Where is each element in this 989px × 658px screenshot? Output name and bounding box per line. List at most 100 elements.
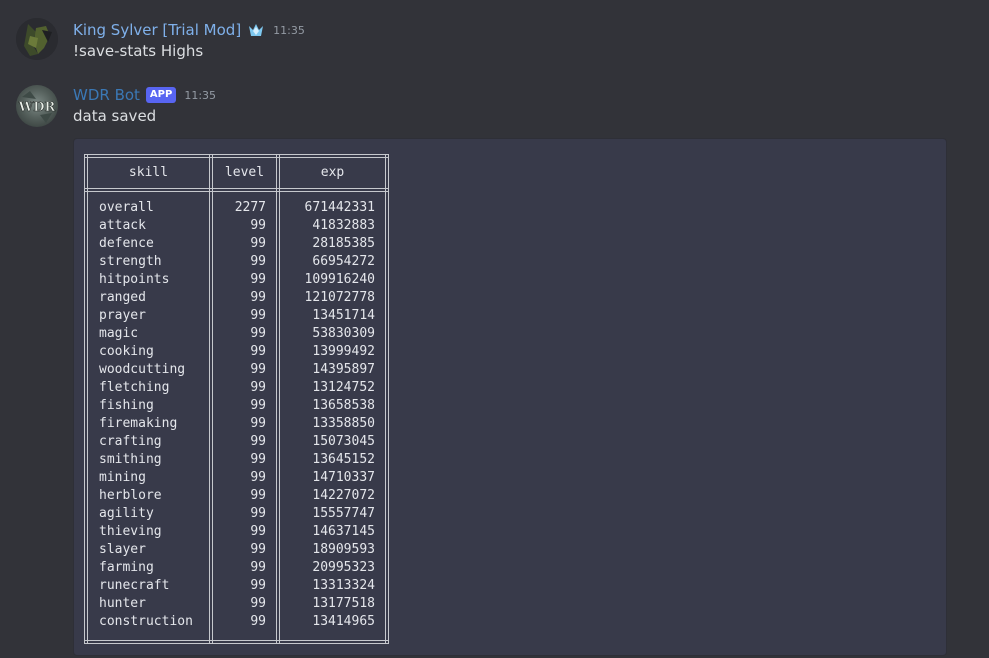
cell-exp: 13358850 [312,416,375,431]
cell-level: 99 [250,470,266,485]
cell-exp: 14395897 [312,362,375,377]
svg-text:WDR: WDR [18,100,56,115]
username[interactable]: King Sylver [Trial Mod] [73,21,241,39]
column-header-exp: exp [320,165,345,180]
table-row: fletching 99 13124752 [84,380,389,398]
table-row: smithing 99 13645152 [84,452,389,470]
cell-level: 99 [250,578,266,593]
message-header: WDR Bot APP 11:35 [73,85,216,105]
avatar[interactable] [16,18,58,60]
cell-exp: 14637145 [312,524,375,539]
username[interactable]: WDR Bot [73,86,140,104]
cell-level: 99 [250,398,266,413]
cell-skill: runecraft [99,578,170,593]
table-row: firemaking 99 13358850 [84,416,389,434]
cell-level: 99 [250,308,266,323]
column-header-level: level [224,165,265,180]
cell-skill: agility [99,506,154,521]
table-row: agility 99 15557747 [84,506,389,524]
table-row: prayer 99 13451714 [84,308,389,326]
table-row: hunter 99 13177518 [84,596,389,614]
cell-level: 99 [250,344,266,359]
cell-skill: fishing [99,398,154,413]
cell-skill: farming [99,560,154,575]
code-block: skill level exp overall 2277 671442331 atta… [73,138,947,656]
cell-skill: slayer [99,542,146,557]
message-text: data saved [73,107,157,125]
cell-exp: 14227072 [312,488,375,503]
cell-level: 99 [250,272,266,287]
cell-level: 99 [250,218,266,233]
cell-skill: defence [99,236,154,251]
table-border [84,640,389,644]
cell-skill: hunter [99,596,146,611]
table-row: magic 99 53830309 [84,326,389,344]
table-row: farming 99 20995323 [84,560,389,578]
table-border [84,188,389,192]
cell-level: 99 [250,488,266,503]
table-row: herblore 99 14227072 [84,488,389,506]
cell-skill: woodcutting [99,362,186,377]
cell-exp: 41832883 [312,218,375,233]
table-row: strength 99 66954272 [84,254,389,272]
cell-skill: mining [99,470,146,485]
table-row: fishing 99 13658538 [84,398,389,416]
cell-exp: 18909593 [312,542,375,557]
stats-table: skill level exp overall 2277 671442331 atta… [84,154,389,644]
cell-exp: 13451714 [312,308,375,323]
table-row: hitpoints 99 109916240 [84,272,389,290]
cell-level: 99 [250,290,266,305]
table-row: mining 99 14710337 [84,470,389,488]
cell-exp: 671442331 [304,200,375,215]
table-row: cooking 99 13999492 [84,344,389,362]
cell-skill: attack [99,218,146,233]
table-row: ranged 99 121072778 [84,290,389,308]
cell-exp: 13999492 [312,344,375,359]
cell-level: 99 [250,560,266,575]
message-text: !save-stats Highs [73,42,204,60]
table-row: runecraft 99 13313324 [84,578,389,596]
table-row: woodcutting 99 14395897 [84,362,389,380]
timestamp: 11:35 [273,23,305,37]
cell-level: 99 [250,416,266,431]
cell-skill: ranged [99,290,146,305]
avatar[interactable]: WDR [16,85,58,127]
cell-level: 99 [250,542,266,557]
cell-skill: overall [99,200,154,215]
cell-skill: strength [99,254,162,269]
cell-exp: 13645152 [312,452,375,467]
cell-level: 2277 [234,200,266,215]
cell-level: 99 [250,524,266,539]
cell-skill: herblore [99,488,162,503]
cell-level: 99 [250,434,266,449]
table-row: crafting 99 15073045 [84,434,389,452]
cell-level: 99 [250,380,266,395]
cell-exp: 121072778 [304,290,375,305]
cell-skill: fletching [99,380,170,395]
cell-level: 99 [250,506,266,521]
cell-skill: magic [99,326,139,341]
message-header: King Sylver [Trial Mod] 11:35 [73,20,305,40]
cell-exp: 20995323 [312,560,375,575]
cell-level: 99 [250,326,266,341]
cell-level: 99 [250,362,266,377]
wdr-logo-icon: WDR [17,91,56,123]
cell-exp: 15557747 [312,506,375,521]
cell-exp: 15073045 [312,434,375,449]
table-row: thieving 99 14637145 [84,524,389,542]
cell-exp: 109916240 [304,272,375,287]
table-row: attack 99 41832883 [84,218,389,236]
cell-skill: prayer [99,308,146,323]
cell-skill: firemaking [99,416,178,431]
table-border [84,154,389,158]
cell-exp: 13313324 [312,578,375,593]
cell-skill: smithing [99,452,162,467]
column-header-skill: skill [128,165,169,180]
cell-exp: 13658538 [312,398,375,413]
cell-exp: 28185385 [312,236,375,251]
cell-exp: 66954272 [312,254,375,269]
dragon-avatar-icon [16,18,58,60]
table-row: slayer 99 18909593 [84,542,389,560]
cell-exp: 13414965 [312,614,375,629]
table-row: construction 99 13414965 [84,614,389,632]
